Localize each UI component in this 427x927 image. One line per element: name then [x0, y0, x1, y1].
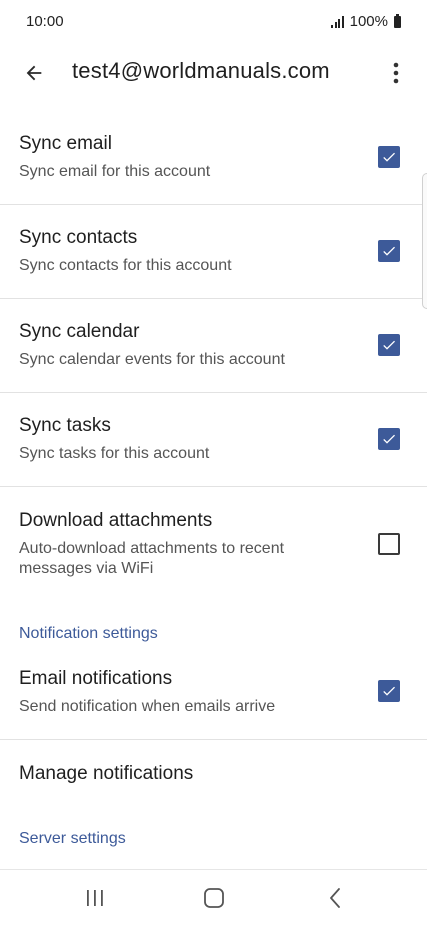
check-icon — [383, 246, 395, 256]
section-header-server: Server settings — [19, 830, 126, 847]
sync-contacts-checkbox[interactable] — [378, 240, 400, 262]
more-options-button[interactable] — [380, 56, 412, 90]
setting-title: Email notifications — [19, 668, 173, 689]
check-icon — [383, 434, 395, 444]
setting-sync-contacts[interactable]: Sync contacts Sync contacts for this acc… — [0, 205, 427, 298]
email-notifications-checkbox[interactable] — [378, 680, 400, 702]
navigation-bar — [0, 869, 427, 927]
setting-subtitle: Sync tasks for this account — [19, 445, 210, 462]
check-icon — [383, 340, 395, 350]
check-icon — [383, 152, 395, 162]
sync-calendar-checkbox[interactable] — [378, 334, 400, 356]
sync-email-checkbox[interactable] — [378, 146, 400, 168]
recent-apps-button[interactable] — [71, 880, 119, 916]
status-bar: 10:00 100% — [0, 0, 427, 44]
setting-title: Sync contacts — [19, 227, 138, 248]
download-attachments-checkbox[interactable] — [378, 533, 400, 555]
home-button[interactable] — [190, 880, 238, 916]
status-indicators: 100% — [331, 13, 401, 30]
page-title: test4@worldmanuals.com — [72, 58, 330, 83]
signal-icon — [331, 15, 344, 28]
setting-subtitle: Sync email for this account — [19, 163, 211, 180]
setting-title: Download attachments — [19, 510, 213, 531]
setting-sync-calendar[interactable]: Sync calendar Sync calendar events for t… — [0, 299, 427, 392]
setting-title: Manage notifications — [19, 763, 194, 784]
setting-email-notifications[interactable]: Email notifications Send notification wh… — [0, 652, 427, 739]
check-icon — [383, 686, 395, 696]
section-header-notifications: Notification settings — [19, 625, 158, 642]
system-back-button[interactable] — [311, 880, 359, 916]
arrow-back-icon — [26, 65, 42, 81]
status-time: 10:00 — [26, 13, 64, 30]
setting-manage-notifications[interactable]: Manage notifications — [0, 740, 427, 810]
setting-subtitle: Auto-download attachments to recent mess… — [19, 540, 285, 577]
recent-apps-icon — [87, 890, 103, 906]
setting-subtitle: Sync contacts for this account — [19, 257, 232, 274]
setting-sync-tasks[interactable]: Sync tasks Sync tasks for this account — [0, 393, 427, 486]
setting-download-attachments[interactable]: Download attachments Auto-download attac… — [0, 487, 427, 602]
setting-title: Sync tasks — [19, 415, 111, 436]
setting-subtitle: Send notification when emails arrive — [19, 698, 276, 715]
scrollbar[interactable] — [422, 173, 427, 309]
sync-tasks-checkbox[interactable] — [378, 428, 400, 450]
battery-icon — [394, 13, 401, 28]
setting-subtitle: Sync calendar events for this account — [19, 351, 285, 368]
setting-title: Sync email — [19, 133, 112, 154]
setting-title: Sync calendar — [19, 321, 140, 342]
more-vert-icon — [393, 62, 399, 84]
setting-sync-email[interactable]: Sync email Sync email for this account — [0, 112, 427, 204]
app-bar: test4@worldmanuals.com — [0, 44, 427, 102]
back-button[interactable] — [14, 56, 54, 90]
home-icon — [204, 888, 224, 908]
battery-percentage: 100% — [349, 13, 388, 30]
nav-back-icon — [330, 888, 340, 908]
